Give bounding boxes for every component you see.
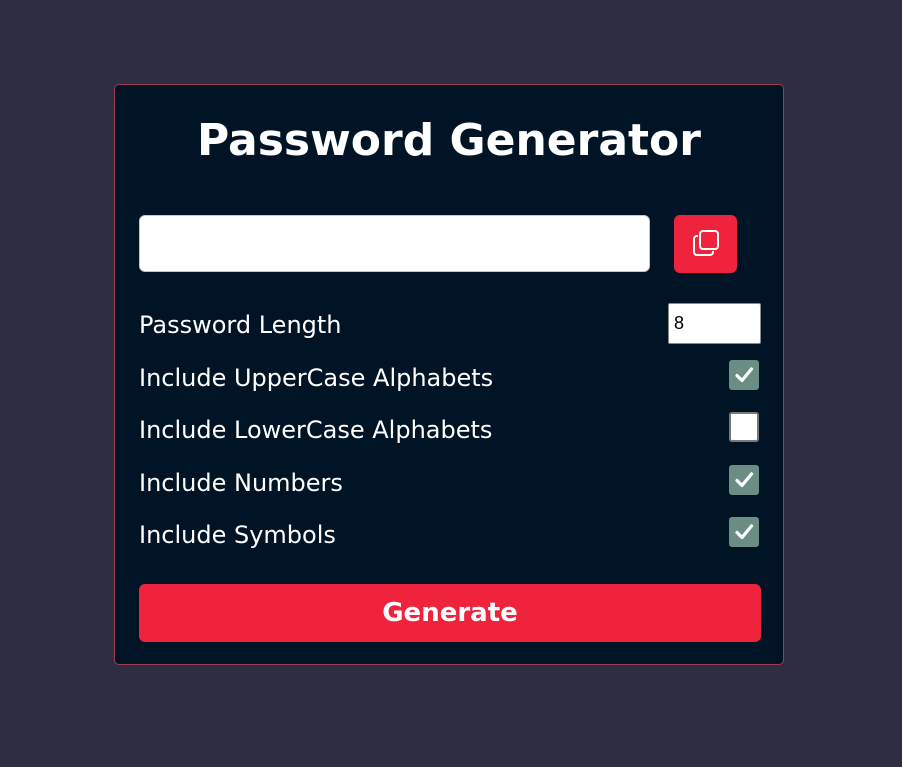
password-length-input[interactable] xyxy=(668,303,761,344)
numbers-option-label: Include Numbers xyxy=(139,469,343,497)
checkmark-icon xyxy=(735,367,754,383)
generate-button[interactable]: Generate xyxy=(139,584,761,642)
symbols-option-label: Include Symbols xyxy=(139,521,336,549)
numbers-checkbox[interactable] xyxy=(729,465,759,495)
numbers-option-row: Include Numbers xyxy=(139,463,761,503)
lowercase-option-row: Include LowerCase Alphabets xyxy=(139,410,761,450)
uppercase-option-label: Include UpperCase Alphabets xyxy=(139,364,494,392)
uppercase-option-row: Include UpperCase Alphabets xyxy=(139,358,761,398)
password-generator-card: Password Generator Password Length Inclu… xyxy=(114,84,784,665)
checkmark-icon xyxy=(735,472,754,488)
copy-button[interactable] xyxy=(674,215,737,273)
lowercase-checkbox[interactable] xyxy=(729,412,759,442)
password-length-label: Password Length xyxy=(139,311,342,339)
copy-icon xyxy=(691,228,721,261)
password-length-row: Password Length xyxy=(139,303,761,345)
page-title: Password Generator xyxy=(196,115,701,166)
lowercase-option-label: Include LowerCase Alphabets xyxy=(139,416,493,444)
checkmark-icon xyxy=(735,524,754,540)
symbols-checkbox[interactable] xyxy=(729,517,759,547)
uppercase-checkbox[interactable] xyxy=(729,360,759,390)
password-output-field[interactable] xyxy=(139,215,650,272)
symbols-option-row: Include Symbols xyxy=(139,515,761,555)
